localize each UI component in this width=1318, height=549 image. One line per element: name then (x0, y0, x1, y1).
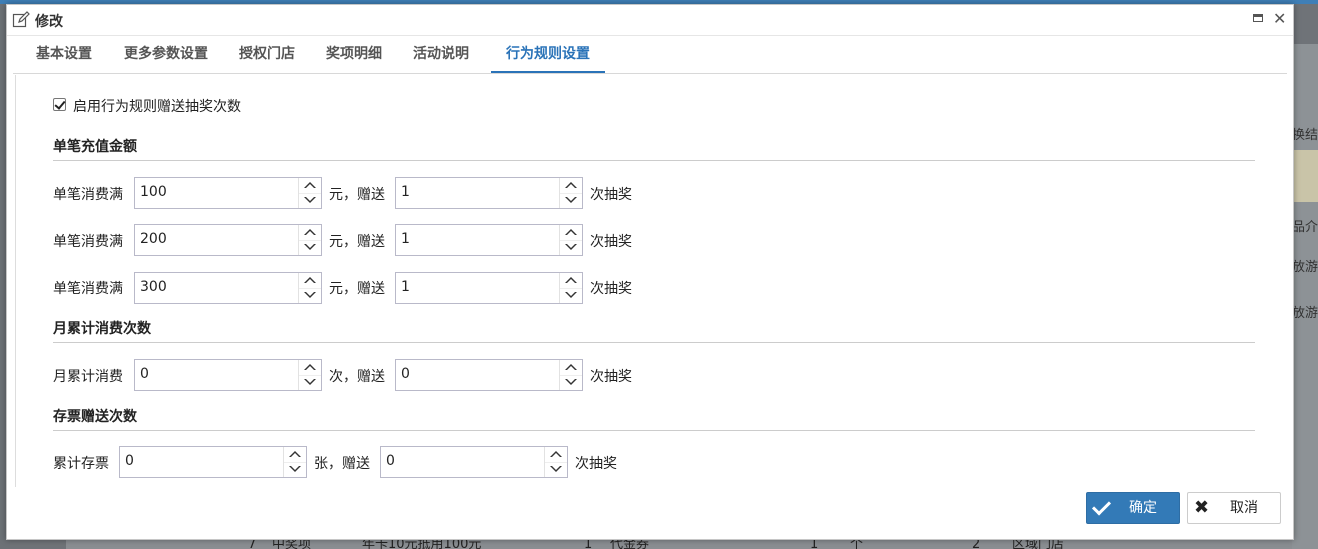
times-spinner[interactable]: 0 (380, 446, 568, 478)
spinner-arrows (298, 273, 321, 303)
bg-cell: 放游 (1292, 260, 1318, 275)
spinner-up-icon[interactable] (299, 225, 321, 241)
row-middle: 元，赠送 (329, 281, 385, 297)
maximize-icon[interactable] (1253, 14, 1263, 22)
section-title: 月累计消费次数 (53, 321, 151, 337)
amount-value: 0 (125, 453, 134, 469)
tab-authorized-stores[interactable]: 授权门店 (229, 41, 305, 71)
edit-icon (12, 11, 30, 28)
dialog-titlebar: 修改 ✕ (7, 5, 1293, 36)
enable-rule-checkbox[interactable] (53, 98, 66, 111)
spinner-down-icon[interactable] (299, 288, 321, 303)
row-middle: 元，赠送 (329, 187, 385, 203)
section-title: 单笔充值金额 (53, 139, 137, 155)
row-suffix: 次抽奖 (575, 456, 617, 472)
spinner-arrows (298, 225, 321, 255)
row-middle: 张，赠送 (314, 456, 370, 472)
amount-value: 0 (140, 366, 149, 382)
spinner-down-icon[interactable] (560, 288, 582, 303)
amount-spinner[interactable]: 200 (134, 224, 322, 256)
confirm-button[interactable]: 确定 (1086, 492, 1180, 524)
spinner-up-icon[interactable] (560, 178, 582, 194)
spinner-arrows (283, 447, 306, 477)
monthly-count-spinner[interactable]: 0 (134, 359, 322, 391)
enable-rule-label: 启用行为规则赠送抽奖次数 (73, 99, 241, 115)
section-single-recharge: 单笔充值金额 (53, 136, 1255, 161)
spinner-up-icon[interactable] (560, 273, 582, 289)
row-suffix: 次抽奖 (590, 281, 632, 297)
spinner-arrows (298, 360, 321, 390)
ticket-count-spinner[interactable]: 0 (119, 446, 307, 478)
spinner-down-icon[interactable] (560, 375, 582, 390)
amount-spinner[interactable]: 100 (134, 177, 322, 209)
section-title: 存票赠送次数 (53, 409, 137, 425)
check-icon (1091, 496, 1112, 516)
tab-prize-details[interactable]: 奖项明细 (316, 41, 392, 71)
times-value: 1 (401, 184, 410, 200)
row-prefix: 月累计消费 (53, 369, 123, 385)
row-prefix: 累计存票 (53, 456, 109, 472)
spinner-arrows (559, 178, 582, 208)
tab-behavior-rules[interactable]: 行为规则设置 (491, 41, 605, 73)
dialog-title: 修改 (35, 14, 63, 30)
spinner-arrows (559, 225, 582, 255)
bg-cell: 换结 (1292, 128, 1318, 143)
spinner-up-icon[interactable] (284, 447, 306, 463)
spinner-down-icon[interactable] (299, 240, 321, 255)
times-spinner[interactable]: 1 (395, 224, 583, 256)
section-monthly: 月累计消费次数 (53, 318, 1255, 343)
row-suffix: 次抽奖 (590, 369, 632, 385)
tab-bar: 基本设置 更多参数设置 授权门店 奖项明细 活动说明 行为规则设置 (13, 41, 1287, 74)
spinner-arrows (544, 447, 567, 477)
bg-cell: 放游 (1292, 306, 1318, 321)
spinner-down-icon[interactable] (545, 462, 567, 477)
close-icon[interactable]: ✕ (1273, 9, 1286, 29)
spinner-arrows (559, 273, 582, 303)
spinner-up-icon[interactable] (299, 360, 321, 376)
spinner-down-icon[interactable] (299, 375, 321, 390)
amount-spinner[interactable]: 300 (134, 272, 322, 304)
times-spinner[interactable]: 1 (395, 272, 583, 304)
x-icon: ✖ (1194, 497, 1210, 518)
tab-activity-description[interactable]: 活动说明 (403, 41, 479, 71)
spinner-arrows (559, 360, 582, 390)
bg-cell: 品介 (1292, 220, 1318, 235)
cancel-label: 取消 (1230, 500, 1258, 516)
row-middle: 次，赠送 (329, 369, 385, 385)
row-middle: 元，赠送 (329, 234, 385, 250)
spinner-up-icon[interactable] (560, 225, 582, 241)
tab-basic-settings[interactable]: 基本设置 (23, 41, 105, 71)
row-prefix: 单笔消费满 (53, 234, 123, 250)
amount-value: 100 (140, 184, 167, 200)
spinner-down-icon[interactable] (560, 193, 582, 208)
spinner-down-icon[interactable] (560, 240, 582, 255)
bg-highlight-row (1292, 150, 1318, 202)
row-prefix: 单笔消费满 (53, 281, 123, 297)
times-value: 0 (386, 453, 395, 469)
section-ticket: 存票赠送次数 (53, 406, 1255, 431)
spinner-up-icon[interactable] (299, 273, 321, 289)
row-suffix: 次抽奖 (590, 187, 632, 203)
times-value: 1 (401, 279, 410, 295)
spinner-down-icon[interactable] (299, 193, 321, 208)
times-value: 1 (401, 231, 410, 247)
tab-more-params[interactable]: 更多参数设置 (113, 41, 219, 71)
spinner-down-icon[interactable] (284, 462, 306, 477)
times-spinner[interactable]: 1 (395, 177, 583, 209)
spinner-arrows (298, 178, 321, 208)
spinner-up-icon[interactable] (560, 360, 582, 376)
app-right-edge: 换结 品介 放游 放游 (1292, 44, 1318, 549)
row-prefix: 单笔消费满 (53, 187, 123, 203)
row-suffix: 次抽奖 (590, 234, 632, 250)
spinner-up-icon[interactable] (299, 178, 321, 194)
amount-value: 300 (140, 279, 167, 295)
times-spinner[interactable]: 0 (395, 359, 583, 391)
cancel-button[interactable]: ✖ 取消 (1187, 492, 1281, 524)
confirm-label: 确定 (1129, 500, 1157, 516)
amount-value: 200 (140, 231, 167, 247)
spinner-up-icon[interactable] (545, 447, 567, 463)
times-value: 0 (401, 366, 410, 382)
